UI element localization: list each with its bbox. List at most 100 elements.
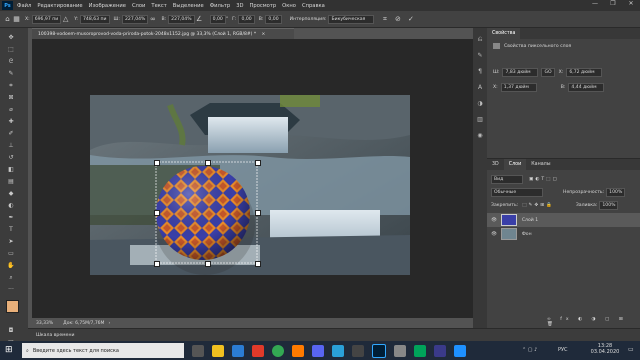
adjustments-panel-icon[interactable]: ◑ xyxy=(476,100,484,108)
transform-handle[interactable] xyxy=(205,261,211,267)
interpolation-select[interactable]: Бикубическая xyxy=(328,14,375,24)
photoshop-logo-icon[interactable]: Ps xyxy=(2,1,13,10)
healing-brush-tool-icon[interactable]: ✚ xyxy=(6,117,16,126)
menu-help[interactable]: Справка xyxy=(302,3,325,9)
photoshop-taskbar-icon[interactable] xyxy=(372,343,386,358)
layer-filter-icons[interactable]: ▣◐T⬚▢ xyxy=(529,177,559,182)
marquee-tool-icon[interactable]: ⬚ xyxy=(6,45,16,54)
prop-x-field[interactable]: 6,72 дюйм xyxy=(566,68,603,77)
cancel-transform-icon[interactable]: ⊘ xyxy=(393,15,402,24)
prop-width-field[interactable]: 7,83 дюйм xyxy=(502,68,539,77)
menu-edit[interactable]: Редактирование xyxy=(37,3,82,9)
height-scale-field[interactable]: 227,04% xyxy=(168,14,195,24)
commit-transform-icon[interactable]: ✓ xyxy=(406,15,415,24)
move-tool-icon[interactable]: ✥ xyxy=(6,33,16,42)
eraser-tool-icon[interactable]: ◧ xyxy=(6,165,16,174)
clock[interactable]: 13:28 03.04.2020 xyxy=(588,343,622,355)
app-icon[interactable] xyxy=(434,344,446,357)
menu-select[interactable]: Выделение xyxy=(173,3,204,9)
prop-height-field[interactable]: 4,44 дюйм xyxy=(568,83,605,92)
zoom-tool-icon[interactable]: ⌕ xyxy=(6,273,16,282)
layer-kind-filter[interactable]: Вид xyxy=(491,175,523,184)
restore-button[interactable]: ❐ xyxy=(604,0,622,7)
x-position-field[interactable]: 696,97 пи xyxy=(31,14,62,24)
zoom-level[interactable]: 33,33% xyxy=(36,321,53,326)
prop-x2-field[interactable]: 1,37 дюйм xyxy=(500,83,537,92)
lasso-tool-icon[interactable]: ᘓ xyxy=(6,57,16,66)
character-panel-icon[interactable]: A xyxy=(476,84,484,92)
pen-tool-icon[interactable]: ✒ xyxy=(6,213,16,222)
quick-mask-icon[interactable]: ◘ xyxy=(6,326,16,335)
link-icon[interactable]: ∞ xyxy=(148,15,157,24)
home-icon[interactable]: ⌂ xyxy=(3,15,12,24)
close-document-icon[interactable]: × xyxy=(262,32,266,37)
lock-icons[interactable]: ⬚✎✥⊞🔒 xyxy=(522,203,554,208)
prop-link-button[interactable]: GO xyxy=(541,68,555,77)
opacity-field[interactable]: 100% xyxy=(606,188,626,197)
gradient-tool-icon[interactable]: ▤ xyxy=(6,177,16,186)
eye-icon[interactable]: 👁 xyxy=(491,218,497,223)
status-menu-arrow[interactable]: › xyxy=(108,321,110,326)
app-icon[interactable] xyxy=(394,344,406,357)
fill-field[interactable]: 100% xyxy=(599,201,619,210)
libraries-panel-icon[interactable]: ▥ xyxy=(476,116,484,124)
windows-start-icon[interactable]: ⊞ xyxy=(5,345,15,355)
transform-handle[interactable] xyxy=(255,261,261,267)
blend-mode-select[interactable]: Обычные xyxy=(491,188,543,197)
tab-layers[interactable]: Слои xyxy=(503,159,527,170)
edge-icon[interactable] xyxy=(232,344,244,357)
path-selection-tool-icon[interactable]: ➤ xyxy=(6,237,16,246)
menu-filter[interactable]: Фильтр xyxy=(210,3,231,9)
type-tool-icon[interactable]: T xyxy=(6,225,16,234)
tab-3d[interactable]: 3D xyxy=(487,162,504,167)
timeline-panel-tab[interactable]: Шкала времени xyxy=(28,328,640,342)
file-explorer-icon[interactable] xyxy=(212,344,224,357)
tab-properties[interactable]: Свойства xyxy=(487,28,521,39)
taskbar-search-input[interactable]: ⌕ Введите здесь текст для поиска xyxy=(22,343,184,358)
width-scale-field[interactable]: 227,04% xyxy=(121,14,149,24)
blur-tool-icon[interactable]: ◆ xyxy=(6,189,16,198)
more-tools-icon[interactable]: ··· xyxy=(6,285,16,294)
delta-icon[interactable]: △ xyxy=(61,15,70,24)
app-icon[interactable] xyxy=(454,344,466,357)
eye-icon[interactable]: 👁 xyxy=(491,232,497,237)
close-window-button[interactable]: ✕ xyxy=(622,0,640,7)
notifications-icon[interactable]: ▭ xyxy=(628,346,634,353)
menu-window[interactable]: Окно xyxy=(282,3,296,9)
menu-layers[interactable]: Слои xyxy=(132,3,145,9)
brush-settings-icon[interactable]: ✎ xyxy=(476,52,484,60)
menu-3d[interactable]: 3D xyxy=(236,3,243,9)
menu-image[interactable]: Изображение xyxy=(89,3,126,9)
crop-tool-icon[interactable]: ⌗ xyxy=(6,81,16,90)
history-panel-icon[interactable]: ⎌ xyxy=(476,36,484,44)
transform-reference-icon[interactable]: ▦ xyxy=(12,15,21,24)
eyedropper-tool-icon[interactable]: ⌀ xyxy=(6,105,16,114)
skew-h-field[interactable]: 0,00 xyxy=(238,14,255,24)
brush-tool-icon[interactable]: ✐ xyxy=(6,129,16,138)
app-icon[interactable] xyxy=(312,344,324,357)
chrome-icon[interactable] xyxy=(272,344,284,357)
skew-v-field[interactable]: 0,00 xyxy=(265,14,282,24)
frame-tool-icon[interactable]: ⊠ xyxy=(6,93,16,102)
layer-row-layer1[interactable]: 👁 Слой 1 xyxy=(487,213,640,227)
clone-stamp-tool-icon[interactable]: ⊥ xyxy=(6,141,16,150)
transform-handle[interactable] xyxy=(154,210,160,216)
history-brush-tool-icon[interactable]: ↺ xyxy=(6,153,16,162)
transform-handle[interactable] xyxy=(154,261,160,267)
color-panel-icon[interactable]: ◉ xyxy=(476,132,484,140)
quick-select-tool-icon[interactable]: ✎ xyxy=(6,69,16,78)
tab-channels[interactable]: Каналы xyxy=(526,162,555,167)
firefox-icon[interactable] xyxy=(292,344,304,357)
rectangle-tool-icon[interactable]: ▭ xyxy=(6,249,16,258)
hand-tool-icon[interactable]: ✋ xyxy=(6,261,16,270)
menu-view[interactable]: Просмотр xyxy=(250,3,277,9)
tray-icons[interactable]: ⌃ ▢ ♪ xyxy=(522,347,537,353)
angle-field[interactable]: 0,00 xyxy=(209,14,226,24)
language-indicator[interactable]: РУС xyxy=(558,347,568,353)
transform-handle[interactable] xyxy=(255,210,261,216)
dodge-tool-icon[interactable]: ◐ xyxy=(6,201,16,210)
app-icon[interactable] xyxy=(352,344,364,357)
app-icon[interactable] xyxy=(414,344,426,357)
opera-icon[interactable] xyxy=(252,344,264,357)
layer-row-background[interactable]: 👁 Фон xyxy=(487,227,640,241)
